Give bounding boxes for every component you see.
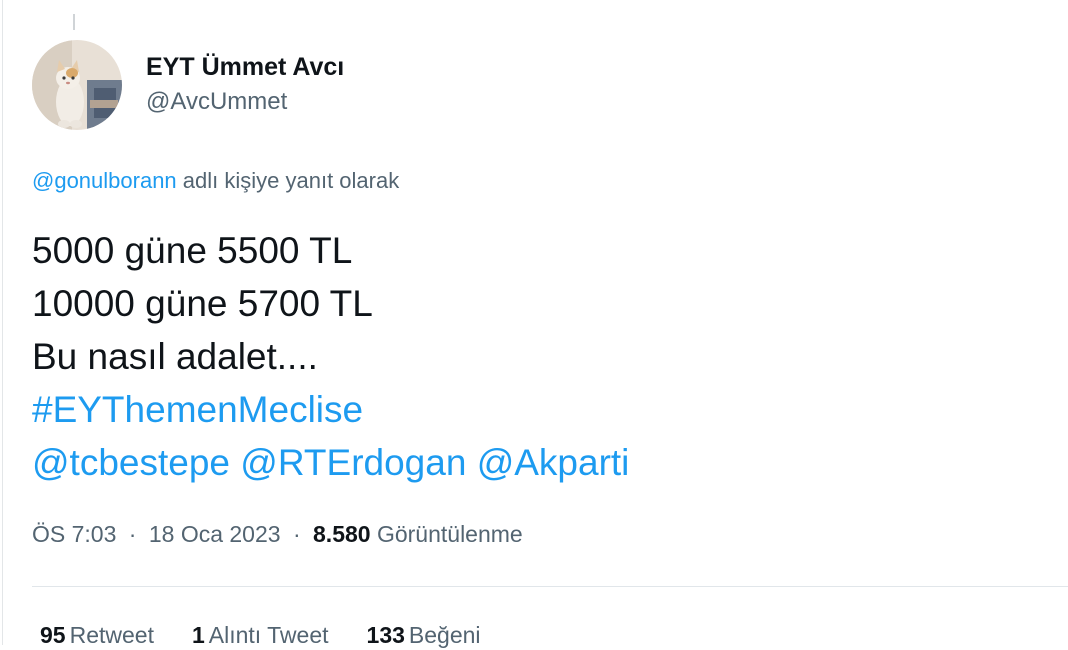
likes-count: 133 <box>366 622 405 648</box>
thread-connector <box>73 14 75 30</box>
tweet-mentions-line: @tcbestepe @RTErdogan @Akparti <box>32 436 629 489</box>
likes-stat[interactable]: 133 Beğeni <box>367 620 481 650</box>
avatar[interactable] <box>32 40 122 130</box>
views-count: 8.580 <box>313 521 371 547</box>
quote-tweets-count: 1 <box>191 622 205 648</box>
left-border <box>2 0 3 645</box>
cat-photo-avatar-icon <box>32 40 122 130</box>
mention-link-rterdogan[interactable]: @RTErdogan <box>240 442 466 483</box>
tweet-hashtag-line: #EYThemenMeclise <box>32 383 629 436</box>
tweet-stats: 95 Retweet 1 Alıntı Tweet 133 Beğeni <box>40 620 519 650</box>
mention-link-tcbestepe[interactable]: @tcbestepe <box>32 442 230 483</box>
reply-mention-link[interactable]: @gonulborann <box>32 168 177 193</box>
tweet-meta: ÖS 7:03 · 18 Oca 2023 · 8.580 Görüntülen… <box>32 518 523 550</box>
tweet-date-link[interactable]: 18 Oca 2023 <box>149 521 281 547</box>
retweets-stat[interactable]: 95 Retweet <box>40 620 154 650</box>
author-display-name[interactable]: EYT Ümmet Avcı <box>146 52 344 82</box>
hashtag-link[interactable]: #EYThemenMeclise <box>32 389 363 430</box>
tweet-line-2: 10000 güne 5700 TL <box>32 283 373 324</box>
tweet-line-3: Bu nasıl adalet.... <box>32 336 318 377</box>
mention-link-akparti[interactable]: @Akparti <box>477 442 630 483</box>
retweets-count: 95 <box>40 622 66 648</box>
meta-separator: · <box>128 521 137 547</box>
quote-tweets-stat[interactable]: 1 Alıntı Tweet <box>192 620 329 650</box>
views-label: Görüntülenme <box>376 521 523 547</box>
tweet-line-1: 5000 güne 5500 TL <box>32 230 353 271</box>
tweet-time-link[interactable]: ÖS 7:03 <box>32 521 116 547</box>
divider <box>32 586 1068 587</box>
tweet-header: EYT Ümmet Avcı @AvcUmmet <box>32 40 344 130</box>
likes-label: Beğeni <box>408 622 481 648</box>
meta-separator: · <box>292 521 301 547</box>
reply-context: @gonulborann adlı kişiye yanıt olarak <box>32 167 399 195</box>
author-block: EYT Ümmet Avcı @AvcUmmet <box>146 52 344 117</box>
retweets-label: Retweet <box>69 622 154 648</box>
reply-context-text: adlı kişiye yanıt olarak <box>182 168 400 193</box>
tweet-text: 5000 güne 5500 TL 10000 güne 5700 TL Bu … <box>32 224 629 489</box>
quote-tweets-label: Alıntı Tweet <box>208 622 329 648</box>
author-handle[interactable]: @AvcUmmet <box>146 87 344 117</box>
